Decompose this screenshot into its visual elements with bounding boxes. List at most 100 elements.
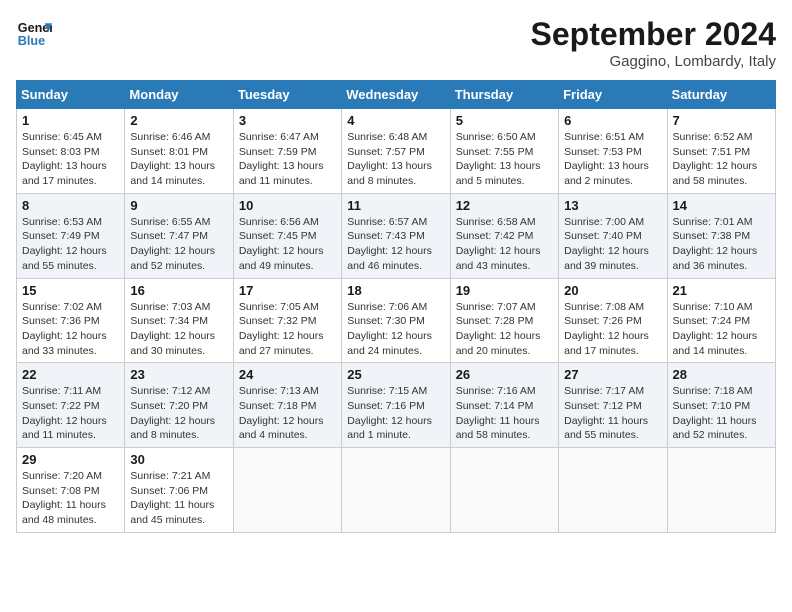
day-number: 7 [673, 113, 770, 128]
day-cell: 22 Sunrise: 7:11 AMSunset: 7:22 PMDayligh… [17, 363, 125, 448]
day-number: 15 [22, 283, 119, 298]
day-info: Sunrise: 6:55 AMSunset: 7:47 PMDaylight:… [130, 215, 227, 274]
day-info: Sunrise: 7:07 AMSunset: 7:28 PMDaylight:… [456, 300, 553, 359]
column-header-tuesday: Tuesday [233, 81, 341, 109]
day-number: 3 [239, 113, 336, 128]
day-info: Sunrise: 6:45 AMSunset: 8:03 PMDaylight:… [22, 130, 119, 189]
day-cell: 18 Sunrise: 7:06 AMSunset: 7:30 PMDayligh… [342, 278, 450, 363]
day-info: Sunrise: 7:00 AMSunset: 7:40 PMDaylight:… [564, 215, 661, 274]
day-info: Sunrise: 6:50 AMSunset: 7:55 PMDaylight:… [456, 130, 553, 189]
day-info: Sunrise: 7:12 AMSunset: 7:20 PMDaylight:… [130, 384, 227, 443]
day-number: 17 [239, 283, 336, 298]
logo-icon: General Blue [16, 16, 52, 52]
day-cell: 6 Sunrise: 6:51 AMSunset: 7:53 PMDaylight… [559, 109, 667, 194]
day-cell: 11 Sunrise: 6:57 AMSunset: 7:43 PMDayligh… [342, 193, 450, 278]
day-number: 14 [673, 198, 770, 213]
day-cell: 16 Sunrise: 7:03 AMSunset: 7:34 PMDayligh… [125, 278, 233, 363]
day-number: 13 [564, 198, 661, 213]
day-number: 20 [564, 283, 661, 298]
column-header-thursday: Thursday [450, 81, 558, 109]
day-info: Sunrise: 7:16 AMSunset: 7:14 PMDaylight:… [456, 384, 553, 443]
day-number: 8 [22, 198, 119, 213]
day-number: 29 [22, 452, 119, 467]
day-info: Sunrise: 7:05 AMSunset: 7:32 PMDaylight:… [239, 300, 336, 359]
day-info: Sunrise: 6:47 AMSunset: 7:59 PMDaylight:… [239, 130, 336, 189]
day-cell: 27Sunrise: 7:17 AMSunset: 7:12 PMDayligh… [559, 363, 667, 448]
day-number: 1 [22, 113, 119, 128]
day-cell: 30Sunrise: 7:21 AMSunset: 7:06 PMDayligh… [125, 448, 233, 533]
day-cell: 14 Sunrise: 7:01 AMSunset: 7:38 PMDayligh… [667, 193, 775, 278]
day-number: 23 [130, 367, 227, 382]
day-number: 25 [347, 367, 444, 382]
day-cell: 26 Sunrise: 7:16 AMSunset: 7:14 PMDayligh… [450, 363, 558, 448]
day-info: Sunrise: 7:03 AMSunset: 7:34 PMDaylight:… [130, 300, 227, 359]
header-row: SundayMondayTuesdayWednesdayThursdayFrid… [17, 81, 776, 109]
title-section: September 2024 Gaggino, Lombardy, Italy [531, 16, 776, 70]
day-number: 9 [130, 198, 227, 213]
calendar-table: SundayMondayTuesdayWednesdayThursdayFrid… [16, 80, 776, 533]
day-cell: 5 Sunrise: 6:50 AMSunset: 7:55 PMDaylight… [450, 109, 558, 194]
column-header-saturday: Saturday [667, 81, 775, 109]
day-cell: 8 Sunrise: 6:53 AMSunset: 7:49 PMDaylight… [17, 193, 125, 278]
day-cell: 25 Sunrise: 7:15 AMSunset: 7:16 PMDayligh… [342, 363, 450, 448]
day-number: 30 [130, 452, 227, 467]
day-number: 10 [239, 198, 336, 213]
day-number: 6 [564, 113, 661, 128]
day-cell: 19Sunrise: 7:07 AMSunset: 7:28 PMDayligh… [450, 278, 558, 363]
column-header-monday: Monday [125, 81, 233, 109]
day-number: 28 [673, 367, 770, 382]
week-row-1: 1 Sunrise: 6:45 AMSunset: 8:03 PMDaylight… [17, 109, 776, 194]
day-number: 5 [456, 113, 553, 128]
week-row-3: 15 Sunrise: 7:02 AMSunset: 7:36 PMDayligh… [17, 278, 776, 363]
day-info: Sunrise: 6:53 AMSunset: 7:49 PMDaylight:… [22, 215, 119, 274]
day-number: 12 [456, 198, 553, 213]
day-number: 26 [456, 367, 553, 382]
day-cell [342, 448, 450, 533]
day-info: Sunrise: 7:13 AMSunset: 7:18 PMDaylight:… [239, 384, 336, 443]
day-cell: 4 Sunrise: 6:48 AMSunset: 7:57 PMDaylight… [342, 109, 450, 194]
day-number: 27 [564, 367, 661, 382]
week-row-5: 29Sunrise: 7:20 AMSunset: 7:08 PMDayligh… [17, 448, 776, 533]
location: Gaggino, Lombardy, Italy [531, 53, 776, 70]
day-info: Sunrise: 6:52 AMSunset: 7:51 PMDaylight:… [673, 130, 770, 189]
week-row-2: 8 Sunrise: 6:53 AMSunset: 7:49 PMDaylight… [17, 193, 776, 278]
svg-text:Blue: Blue [18, 34, 45, 48]
day-cell: 23 Sunrise: 7:12 AMSunset: 7:20 PMDayligh… [125, 363, 233, 448]
day-cell: 3 Sunrise: 6:47 AMSunset: 7:59 PMDaylight… [233, 109, 341, 194]
day-info: Sunrise: 6:51 AMSunset: 7:53 PMDaylight:… [564, 130, 661, 189]
day-info: Sunrise: 7:02 AMSunset: 7:36 PMDaylight:… [22, 300, 119, 359]
day-cell: 20Sunrise: 7:08 AMSunset: 7:26 PMDayligh… [559, 278, 667, 363]
day-info: Sunrise: 7:10 AMSunset: 7:24 PMDaylight:… [673, 300, 770, 359]
day-number: 22 [22, 367, 119, 382]
day-info: Sunrise: 7:18 AMSunset: 7:10 PMDaylight:… [673, 384, 770, 443]
week-row-4: 22 Sunrise: 7:11 AMSunset: 7:22 PMDayligh… [17, 363, 776, 448]
day-cell [559, 448, 667, 533]
day-cell: 21 Sunrise: 7:10 AMSunset: 7:24 PMDayligh… [667, 278, 775, 363]
day-cell: 9 Sunrise: 6:55 AMSunset: 7:47 PMDaylight… [125, 193, 233, 278]
day-cell [667, 448, 775, 533]
day-cell: 15 Sunrise: 7:02 AMSunset: 7:36 PMDayligh… [17, 278, 125, 363]
day-cell [450, 448, 558, 533]
day-cell: 1 Sunrise: 6:45 AMSunset: 8:03 PMDaylight… [17, 109, 125, 194]
day-cell: 24Sunrise: 7:13 AMSunset: 7:18 PMDayligh… [233, 363, 341, 448]
day-info: Sunrise: 6:48 AMSunset: 7:57 PMDaylight:… [347, 130, 444, 189]
day-cell: 13 Sunrise: 7:00 AMSunset: 7:40 PMDayligh… [559, 193, 667, 278]
day-cell: 29Sunrise: 7:20 AMSunset: 7:08 PMDayligh… [17, 448, 125, 533]
day-info: Sunrise: 6:57 AMSunset: 7:43 PMDaylight:… [347, 215, 444, 274]
day-number: 4 [347, 113, 444, 128]
day-info: Sunrise: 6:58 AMSunset: 7:42 PMDaylight:… [456, 215, 553, 274]
day-number: 18 [347, 283, 444, 298]
day-info: Sunrise: 7:15 AMSunset: 7:16 PMDaylight:… [347, 384, 444, 443]
day-info: Sunrise: 7:01 AMSunset: 7:38 PMDaylight:… [673, 215, 770, 274]
column-header-wednesday: Wednesday [342, 81, 450, 109]
day-cell: 7 Sunrise: 6:52 AMSunset: 7:51 PMDaylight… [667, 109, 775, 194]
column-header-sunday: Sunday [17, 81, 125, 109]
day-number: 21 [673, 283, 770, 298]
day-cell [233, 448, 341, 533]
day-info: Sunrise: 7:06 AMSunset: 7:30 PMDaylight:… [347, 300, 444, 359]
day-number: 11 [347, 198, 444, 213]
day-number: 16 [130, 283, 227, 298]
day-info: Sunrise: 7:11 AMSunset: 7:22 PMDaylight:… [22, 384, 119, 443]
page-header: General Blue September 2024 Gaggino, Lom… [16, 16, 776, 70]
day-info: Sunrise: 6:46 AMSunset: 8:01 PMDaylight:… [130, 130, 227, 189]
